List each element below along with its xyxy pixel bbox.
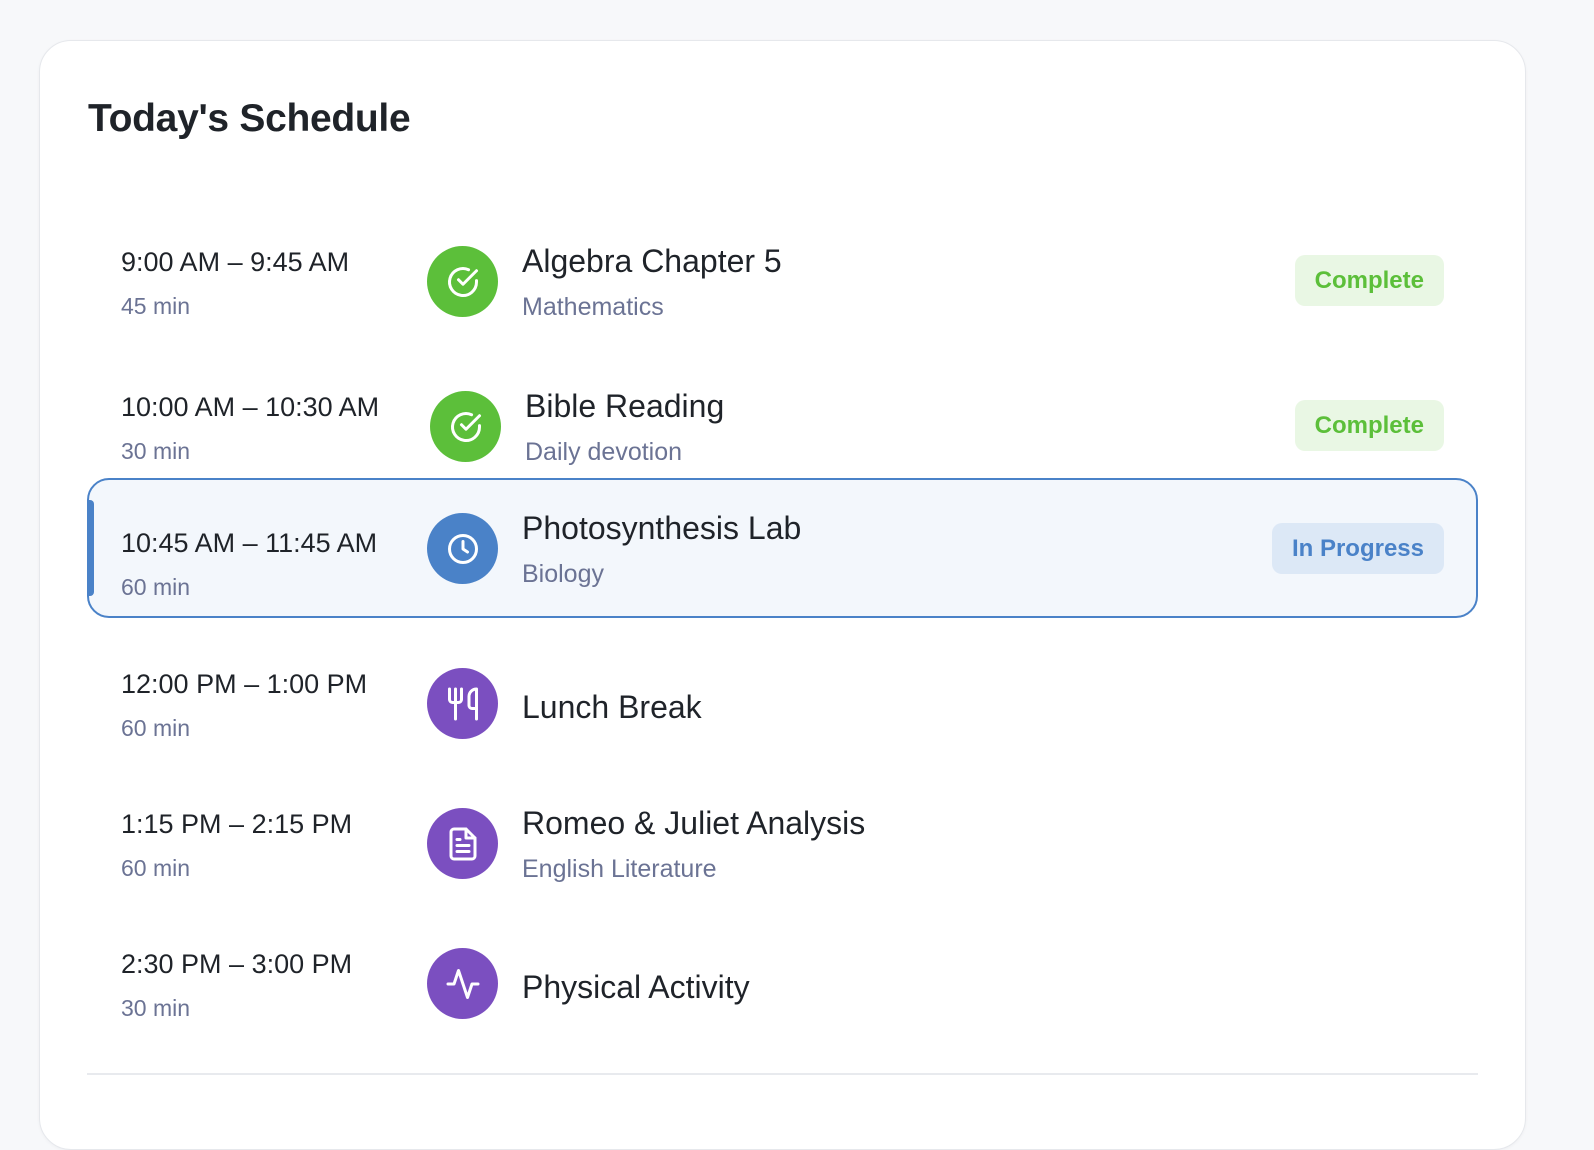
schedule-item-algebra[interactable]: 9:00 AM – 9:45 AM 45 min Algebra Chapter… bbox=[87, 201, 1478, 341]
activity-title: Bible Reading bbox=[525, 388, 725, 424]
activity-subject: Daily devotion bbox=[525, 438, 683, 466]
schedule-time: 1:15 PM – 2:15 PM bbox=[121, 809, 353, 839]
schedule-item-photosynthesis-lab[interactable]: 10:45 AM – 11:45 AM 60 min Photosynthesi… bbox=[87, 478, 1478, 618]
activity-title: Romeo & Juliet Analysis bbox=[522, 805, 866, 841]
schedule-time: 10:00 AM – 10:30 AM bbox=[121, 392, 380, 422]
activity-title: Algebra Chapter 5 bbox=[522, 243, 782, 279]
check-circle-icon bbox=[430, 391, 501, 462]
schedule-duration: 60 min bbox=[121, 715, 191, 741]
status-badge: Complete bbox=[1294, 400, 1444, 451]
schedule-duration: 45 min bbox=[121, 293, 191, 319]
active-indicator bbox=[89, 500, 94, 596]
divider bbox=[87, 1073, 1478, 1075]
activity-subject: Mathematics bbox=[522, 293, 664, 321]
schedule-time: 9:00 AM – 9:45 AM bbox=[121, 247, 350, 277]
schedule-time: 12:00 PM – 1:00 PM bbox=[121, 669, 368, 699]
check-circle-icon bbox=[427, 246, 498, 317]
activity-title: Physical Activity bbox=[522, 969, 750, 1005]
page-title: Today's Schedule bbox=[88, 97, 411, 140]
schedule-item-romeo-juliet[interactable]: 1:15 PM – 2:15 PM 60 min Romeo & Juliet … bbox=[87, 763, 1478, 903]
schedule-item-lunch-break[interactable]: 12:00 PM – 1:00 PM 60 min Lunch Break bbox=[87, 623, 1478, 763]
utensils-icon bbox=[427, 668, 498, 739]
activity-subject: Biology bbox=[522, 560, 604, 588]
schedule-duration: 30 min bbox=[121, 438, 191, 464]
document-icon bbox=[427, 808, 498, 879]
activity-title: Photosynthesis Lab bbox=[522, 510, 802, 546]
status-badge: In Progress bbox=[1271, 523, 1444, 574]
schedule-duration: 60 min bbox=[121, 574, 191, 600]
schedule-time: 2:30 PM – 3:00 PM bbox=[121, 949, 353, 979]
schedule-item-physical-activity[interactable]: 2:30 PM – 3:00 PM 30 min Physical Activi… bbox=[87, 903, 1478, 1043]
schedule-duration: 30 min bbox=[121, 995, 191, 1021]
activity-icon bbox=[427, 948, 498, 1019]
status-badge: Complete bbox=[1294, 255, 1444, 306]
schedule-time: 10:45 AM – 11:45 AM bbox=[121, 528, 378, 558]
activity-subject: English Literature bbox=[522, 855, 717, 883]
schedule-duration: 60 min bbox=[121, 855, 191, 881]
clock-icon bbox=[427, 513, 498, 584]
schedule-card: Today's Schedule 9:00 AM – 9:45 AM 45 mi… bbox=[39, 40, 1526, 1150]
activity-title: Lunch Break bbox=[522, 689, 702, 725]
schedule-item-bible-reading[interactable]: 10:00 AM – 10:30 AM 30 min Bible Reading… bbox=[87, 346, 1478, 486]
